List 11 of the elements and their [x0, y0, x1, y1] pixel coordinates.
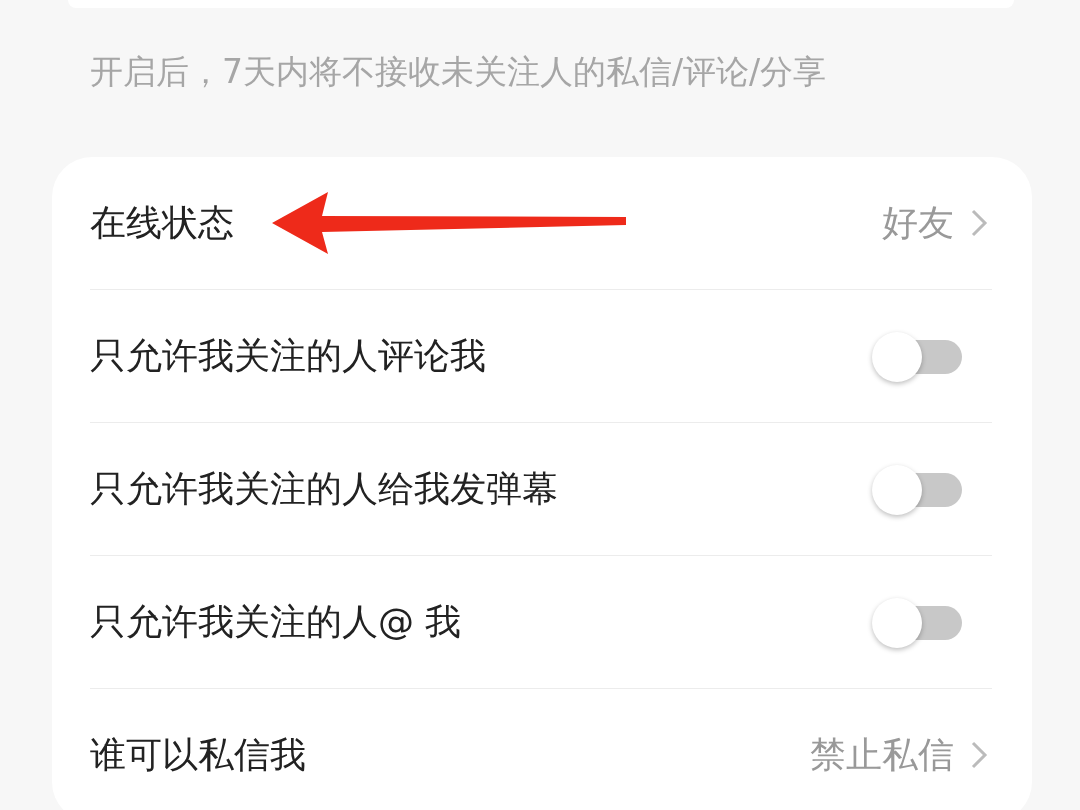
setting-label: 只允许我关注的人给我发弹幕 — [90, 466, 559, 511]
setting-label: 只允许我关注的人@ 我 — [90, 599, 463, 644]
chevron-right-icon — [970, 740, 988, 770]
chevron-right-icon — [970, 208, 988, 238]
toggle-switch[interactable] — [872, 598, 962, 646]
toggle-switch[interactable] — [872, 332, 962, 380]
toggle-switch[interactable] — [872, 465, 962, 513]
setting-label[interactable]: 谁可以私信我 — [90, 730, 810, 780]
setting-label[interactable]: 在线状态 — [90, 198, 882, 248]
privacy-note: 开启后，7天内将不接收未关注人的私信/评论/分享 — [89, 51, 828, 93]
setting-label: 只允许我关注的人评论我 — [90, 333, 487, 378]
